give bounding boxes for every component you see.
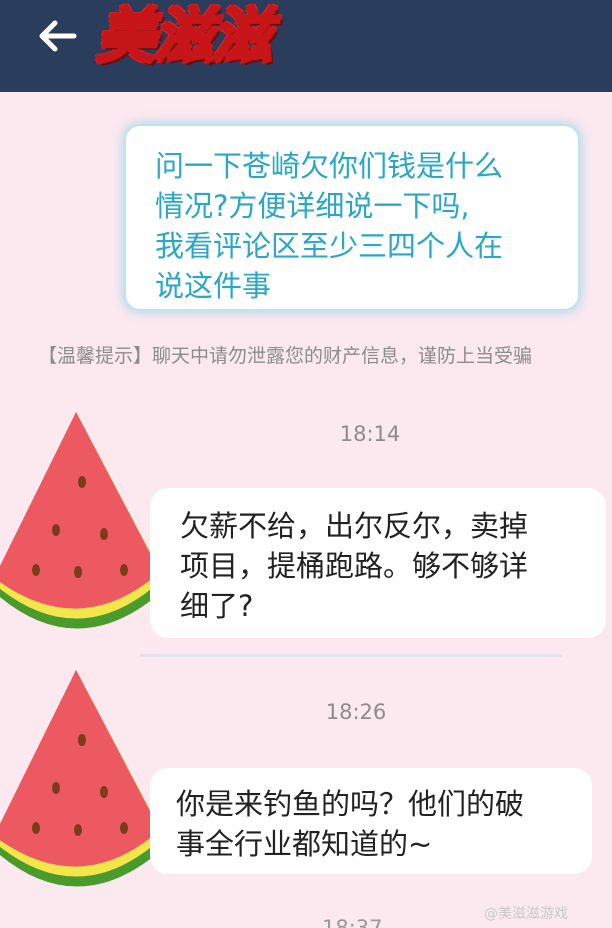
- watermark: @美滋滋游戏: [484, 906, 568, 922]
- message-line: 情况?方便详细说一下吗,: [155, 189, 470, 223]
- app-header: 美滋滋: [0, 0, 612, 92]
- incoming-message-bubble[interactable]: 你是来钓鱼的吗？他们的破 事全行业都知道的~: [150, 768, 592, 874]
- message-line: 事全行业都知道的~: [176, 827, 433, 861]
- app-logo: 美滋滋: [95, 1, 274, 74]
- outgoing-message-bubble[interactable]: 问一下苍崎欠你们钱是什么 情况?方便详细说一下吗, 我看评论区至少三四个人在 说…: [124, 124, 580, 311]
- divider: [140, 654, 562, 657]
- back-button[interactable]: [34, 16, 82, 56]
- safety-notice: 【温馨提示】聊天中请勿泄露您的财产信息，谨防上当受骗: [38, 345, 533, 367]
- message-line: 说这件事: [155, 269, 272, 303]
- incoming-message-bubble[interactable]: 欠薪不给，出尔反尔，卖掉 项目，提桶跑路。够不够详 细了?: [150, 488, 606, 638]
- message-line: 项目，提桶跑路。够不够详: [180, 549, 529, 583]
- message-line: 问一下苍崎欠你们钱是什么: [155, 149, 504, 183]
- message-timestamp: 18:26: [325, 700, 387, 724]
- message-timestamp: 18:37: [322, 916, 383, 928]
- arrow-left-icon: [39, 20, 77, 52]
- message-line: 我看评论区至少三四个人在: [155, 229, 504, 263]
- message-line: 细了?: [180, 589, 254, 623]
- message-line: 欠薪不给，出尔反尔，卖掉: [180, 509, 529, 543]
- message-line: 你是来钓鱼的吗？他们的破: [176, 787, 525, 821]
- message-timestamp: 18:14: [339, 422, 401, 446]
